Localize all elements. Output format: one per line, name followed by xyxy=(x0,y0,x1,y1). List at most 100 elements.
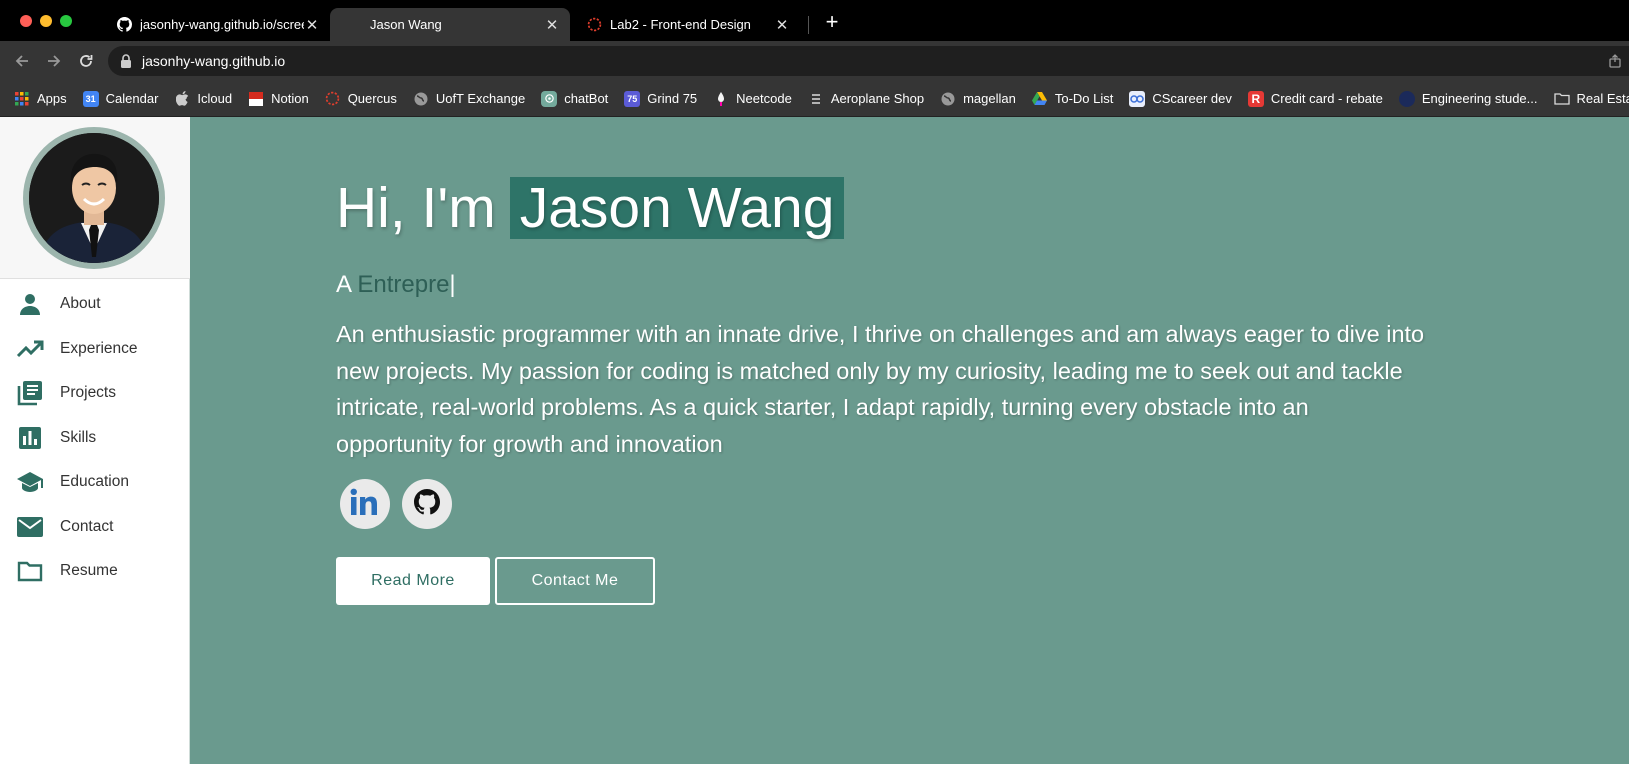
engineering-icon xyxy=(1398,90,1415,107)
list-icon xyxy=(808,91,824,107)
bookmark-uoft-exchange[interactable]: UofT Exchange xyxy=(413,91,525,107)
bookmark-label: Engineering stude... xyxy=(1421,91,1538,106)
tab-strip: jasonhy-wang.github.io/screens ✕ Jason W… xyxy=(0,0,1629,41)
reload-icon[interactable] xyxy=(74,49,98,73)
share-icon[interactable] xyxy=(1609,54,1623,68)
bookmark-label: Calendar xyxy=(105,91,159,106)
close-icon[interactable]: ✕ xyxy=(774,16,790,34)
sidebar-item-contact[interactable]: Contact xyxy=(0,505,190,550)
cscareer-icon xyxy=(1129,90,1146,107)
sidebar-item-label: Projects xyxy=(60,384,116,402)
bookmark-icloud[interactable]: Icloud xyxy=(174,91,232,107)
bookmark-label: Neetcode xyxy=(736,91,792,106)
bookmark-label: Apps xyxy=(37,91,67,106)
sidebar-item-label: Education xyxy=(60,473,129,491)
minimize-window-button[interactable] xyxy=(40,15,52,27)
sidebar-item-resume[interactable]: Resume xyxy=(0,549,190,594)
github-icon xyxy=(414,488,441,520)
sidebar-item-education[interactable]: Education xyxy=(0,460,190,505)
browser-toolbar: jasonhy-wang.github.io xyxy=(0,41,1629,81)
github-icon xyxy=(116,17,132,33)
globe-icon xyxy=(940,91,956,107)
bookmark-engineering[interactable]: Engineering stude... xyxy=(1398,90,1538,107)
bookmark-label: magellan xyxy=(963,91,1016,106)
address-bar[interactable]: jasonhy-wang.github.io xyxy=(108,46,1629,76)
tab-jason-wang[interactable]: Jason Wang ✕ xyxy=(330,8,570,41)
sidebar-item-label: Experience xyxy=(60,339,138,357)
bookmark-quercus[interactable]: Quercus xyxy=(325,91,397,107)
bookmark-chatbot[interactable]: chatBot xyxy=(541,90,609,107)
bookmark-label: chatBot xyxy=(564,91,609,106)
bookmark-label: To-Do List xyxy=(1054,91,1114,106)
bookmark-grind75[interactable]: 75 Grind 75 xyxy=(624,90,698,107)
tab-title: Jason Wang xyxy=(370,17,442,32)
hero-name: Jason Wang xyxy=(509,177,845,239)
bookmark-label: CScareer dev xyxy=(1152,91,1232,106)
blank-icon xyxy=(346,17,362,33)
typed-prefix: A xyxy=(336,271,351,298)
bookmark-todo-list[interactable]: To-Do List xyxy=(1032,91,1114,107)
sidebar-item-about[interactable]: About xyxy=(0,282,190,327)
school-icon xyxy=(16,468,44,496)
contact-me-button[interactable]: Contact Me xyxy=(495,557,655,605)
typed-word: Entrepre xyxy=(357,271,450,298)
bookmarks-bar: Apps 31 Calendar Icloud Notion Quercus U… xyxy=(0,81,1629,117)
github-button[interactable] xyxy=(402,479,452,529)
globe-icon xyxy=(413,91,429,107)
bookmark-calendar[interactable]: 31 Calendar xyxy=(82,90,159,107)
new-tab-button[interactable]: + xyxy=(820,10,844,34)
tab-lab2[interactable]: Lab2 - Front-end Design ✕ xyxy=(570,8,800,41)
sidebar-item-label: Resume xyxy=(60,562,118,580)
r-icon: R xyxy=(1247,90,1264,107)
bookmark-label: Real Esta xyxy=(1576,91,1629,106)
bookmark-notion[interactable]: Notion xyxy=(248,91,309,107)
sidebar: About Experience Projects Skills Educati… xyxy=(0,117,190,764)
bookmark-credit-card[interactable]: R Credit card - rebate xyxy=(1247,90,1383,107)
avatar xyxy=(23,127,165,269)
bookmark-cscareer[interactable]: CScareer dev xyxy=(1129,90,1232,107)
linkedin-button[interactable] xyxy=(340,479,390,529)
bookmark-label: UofT Exchange xyxy=(435,91,526,106)
bookmark-label: Grind 75 xyxy=(647,91,698,106)
bookmark-neetcode[interactable]: Neetcode xyxy=(713,91,792,107)
sidebar-item-label: About xyxy=(60,295,101,313)
lock-icon xyxy=(120,54,134,68)
bookmark-magellan[interactable]: magellan xyxy=(940,91,1016,107)
tab-title: jasonhy-wang.github.io/screens xyxy=(140,17,304,32)
mail-icon xyxy=(16,513,44,541)
avatar-container xyxy=(0,117,190,279)
sidebar-item-projects[interactable]: Projects xyxy=(0,371,190,416)
notion-icon xyxy=(248,91,264,107)
tab-github[interactable]: jasonhy-wang.github.io/screens ✕ xyxy=(100,8,330,41)
hero-greeting: Hi, I'm xyxy=(336,176,496,240)
grind75-icon: 75 xyxy=(624,90,641,107)
bookmark-label: Notion xyxy=(271,91,309,106)
hero-title: Hi, I'm Jason Wang xyxy=(336,175,845,241)
bookmark-label: Quercus xyxy=(347,91,397,106)
apps-grid-icon xyxy=(14,91,30,107)
bookmark-aeroplane-shop[interactable]: Aeroplane Shop xyxy=(808,91,924,107)
library-books-icon xyxy=(16,379,44,407)
maximize-window-button[interactable] xyxy=(60,15,72,27)
forward-arrow-icon[interactable] xyxy=(42,49,66,73)
calendar-icon: 31 xyxy=(82,90,99,107)
bio-text: An enthusiastic programmer with an innat… xyxy=(336,321,1425,457)
neetcode-icon xyxy=(713,91,729,107)
bookmark-apps[interactable]: Apps xyxy=(14,91,67,107)
tab-separator xyxy=(808,16,809,34)
sidebar-item-skills[interactable]: Skills xyxy=(0,416,190,461)
sidebar-item-label: Skills xyxy=(60,428,97,446)
close-window-button[interactable] xyxy=(20,15,32,27)
back-arrow-icon[interactable] xyxy=(10,49,34,73)
bookmark-label: Credit card - rebate xyxy=(1270,91,1383,106)
browser-window: jasonhy-wang.github.io/screens ✕ Jason W… xyxy=(0,0,1629,764)
bar-chart-icon xyxy=(16,424,44,452)
quercus-icon xyxy=(586,17,602,33)
bookmark-real-estate[interactable]: Real Esta xyxy=(1553,91,1629,107)
apple-icon xyxy=(174,91,190,107)
url-text: jasonhy-wang.github.io xyxy=(142,53,286,69)
sidebar-item-experience[interactable]: Experience xyxy=(0,327,190,372)
close-icon[interactable]: ✕ xyxy=(544,16,560,34)
read-more-button[interactable]: Read More xyxy=(336,557,490,605)
close-icon[interactable]: ✕ xyxy=(304,16,320,34)
